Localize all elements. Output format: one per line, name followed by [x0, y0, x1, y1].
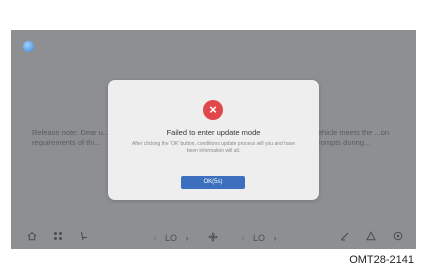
figure-caption: OMT28-2141 — [349, 254, 414, 266]
fan-icon[interactable] — [207, 231, 221, 245]
right-temp-increase[interactable]: › — [271, 231, 279, 245]
wiper-icon[interactable] — [340, 231, 352, 245]
seat-icon[interactable] — [79, 231, 91, 245]
left-temp-value: LO — [164, 233, 177, 243]
dialog-description: After clicking the 'OK' button, conditio… — [131, 141, 296, 154]
home-icon[interactable] — [27, 231, 39, 245]
bottom-control-bar: ‹ LO › ‹ LO › — [11, 227, 416, 249]
update-error-dialog: × Failed to enter update mode After clic… — [108, 80, 319, 200]
left-temp-decrease[interactable]: ‹ — [151, 231, 159, 245]
apps-grid-icon[interactable] — [53, 231, 65, 245]
right-temp-decrease[interactable]: ‹ — [239, 231, 247, 245]
app-circle-icon[interactable] — [23, 41, 34, 52]
target-icon[interactable] — [393, 231, 405, 245]
background-release-note-left: Release note: Dear u... requirements of … — [32, 128, 110, 147]
right-temp-value: LO — [252, 233, 265, 243]
ok-button[interactable]: OK(5s) — [181, 176, 245, 189]
hazard-triangle-icon[interactable] — [366, 231, 378, 245]
dialog-title: Failed to enter update mode — [166, 128, 261, 137]
error-x-icon: × — [203, 100, 223, 120]
background-release-note-right: vehicle meets the ...on prompts during..… — [314, 128, 390, 147]
left-temp-increase[interactable]: › — [183, 231, 191, 245]
